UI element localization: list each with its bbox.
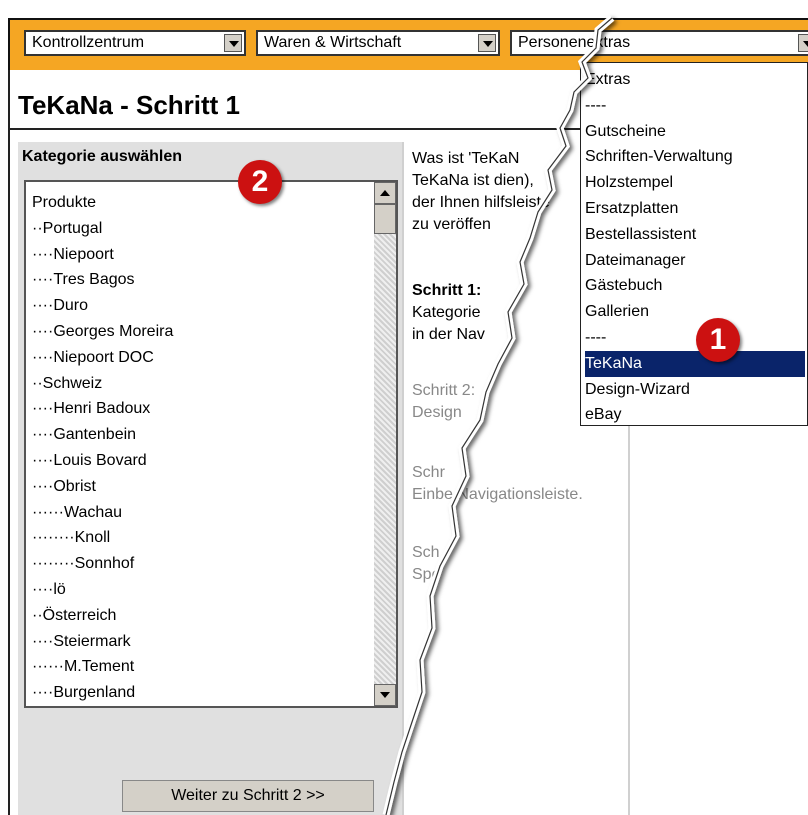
dropdown-item[interactable]: Design-Wizard xyxy=(585,377,805,403)
step1-text: in der Nav xyxy=(412,326,485,343)
list-item[interactable]: ····Henri Badoux xyxy=(32,396,173,422)
extras-dropdown-menu: Extras ---- Gutscheine Schriften-Verwaltung… xyxy=(580,62,808,426)
list-item[interactable]: ··Portugal xyxy=(32,216,173,242)
list-item[interactable]: ····Tres Bagos xyxy=(32,267,173,293)
list-item[interactable]: ····Louis Bovard xyxy=(32,448,173,474)
scroll-thumb[interactable] xyxy=(374,204,396,234)
dropdown-item[interactable]: ---- xyxy=(585,93,805,119)
list-item[interactable]: ······M.Tement xyxy=(32,654,173,680)
list-item[interactable]: ····Burgenland xyxy=(32,680,173,706)
list-item[interactable]: ······Wachau xyxy=(32,500,173,526)
list-item[interactable]: ········Knoll xyxy=(32,525,173,551)
category-listbox[interactable]: Produkte ··Portugal ····Niepoort ····Tres B… xyxy=(24,180,398,708)
list-item[interactable]: ····Steiermark xyxy=(32,629,173,655)
category-list: Produkte ··Portugal ····Niepoort ····Tres B… xyxy=(32,190,173,706)
list-item[interactable]: ····lö xyxy=(32,577,173,603)
select-kontrollzentrum[interactable]: Kontrollzentrum xyxy=(24,30,246,56)
list-item[interactable]: ····Duro xyxy=(32,293,173,319)
list-item[interactable]: ····Gantenbein xyxy=(32,422,173,448)
dropdown-item[interactable]: Holzstempel xyxy=(585,170,805,196)
list-item[interactable]: ····Obrist xyxy=(32,474,173,500)
scroll-down-icon[interactable] xyxy=(374,684,396,706)
select-personenextras[interactable]: Personenextras xyxy=(510,30,808,56)
chevron-down-icon[interactable] xyxy=(224,34,242,52)
step3-text: Einbe Navigationsleiste. xyxy=(412,486,583,503)
select-waren-wirtschaft[interactable]: Waren & Wirtschaft xyxy=(256,30,500,56)
list-item[interactable]: ··Österreich xyxy=(32,603,173,629)
info-line: Was ist 'TeKaN xyxy=(412,150,520,167)
dropdown-item[interactable]: Schriften-Verwaltung xyxy=(585,144,805,170)
list-item[interactable]: ····Niepoort xyxy=(32,242,173,268)
dropdown-item[interactable]: Dateimanager xyxy=(585,248,805,274)
listbox-scrollbar[interactable] xyxy=(374,182,396,706)
list-item[interactable]: ········Sonnhof xyxy=(32,551,173,577)
list-item[interactable]: ··Schweiz xyxy=(32,371,173,397)
select-kontrollzentrum-label: Kontrollzentrum xyxy=(32,34,145,51)
step2-heading: Schritt 2: xyxy=(412,382,476,399)
step1-text: Kategorie xyxy=(412,304,481,321)
step3-heading: Schr xyxy=(412,464,445,481)
step1-heading: Schritt 1: xyxy=(412,282,482,299)
list-item[interactable]: ····Georges Moreira xyxy=(32,319,173,345)
dropdown-item[interactable]: Ersatzplatten xyxy=(585,196,805,222)
dropdown-item[interactable]: Bestellassistent xyxy=(585,222,805,248)
dropdown-item[interactable]: ---- xyxy=(585,325,805,351)
step2-text: Design xyxy=(412,404,462,421)
dropdown-item[interactable]: Gästebuch xyxy=(585,273,805,299)
step4-text: Spe xyxy=(412,566,441,583)
chevron-down-icon[interactable] xyxy=(478,34,496,52)
list-item[interactable]: Produkte xyxy=(32,190,173,216)
scroll-up-icon[interactable] xyxy=(374,182,396,204)
step4-heading: Sch xyxy=(412,544,440,561)
list-item[interactable]: ····Niepoort DOC xyxy=(32,345,173,371)
select-waren-label: Waren & Wirtschaft xyxy=(264,34,402,51)
dropdown-item[interactable]: Extras xyxy=(585,67,805,93)
dropdown-item[interactable]: Gutscheine xyxy=(585,119,805,145)
chevron-down-icon[interactable] xyxy=(798,34,808,52)
column-divider xyxy=(402,142,404,815)
page-title: TeKaNa - Schritt 1 xyxy=(18,90,241,120)
info-line: TeKaNa ist dien), xyxy=(412,172,534,189)
select-personenextras-label: Personenextras xyxy=(518,34,631,51)
dropdown-item[interactable]: eBay xyxy=(585,402,805,428)
info-line: der Ihnen hilfsleiste xyxy=(412,194,550,211)
info-line: zu veröffen xyxy=(412,216,491,233)
dropdown-item[interactable]: TeKaNa xyxy=(585,350,805,377)
next-step-button[interactable]: Weiter zu Schritt 2 >> xyxy=(122,780,374,812)
annotation-badge-2: 2 xyxy=(238,160,282,204)
annotation-badge-1: 1 xyxy=(696,318,740,362)
dropdown-item[interactable]: Gallerien xyxy=(585,299,805,325)
category-header: Kategorie auswählen xyxy=(22,148,183,165)
